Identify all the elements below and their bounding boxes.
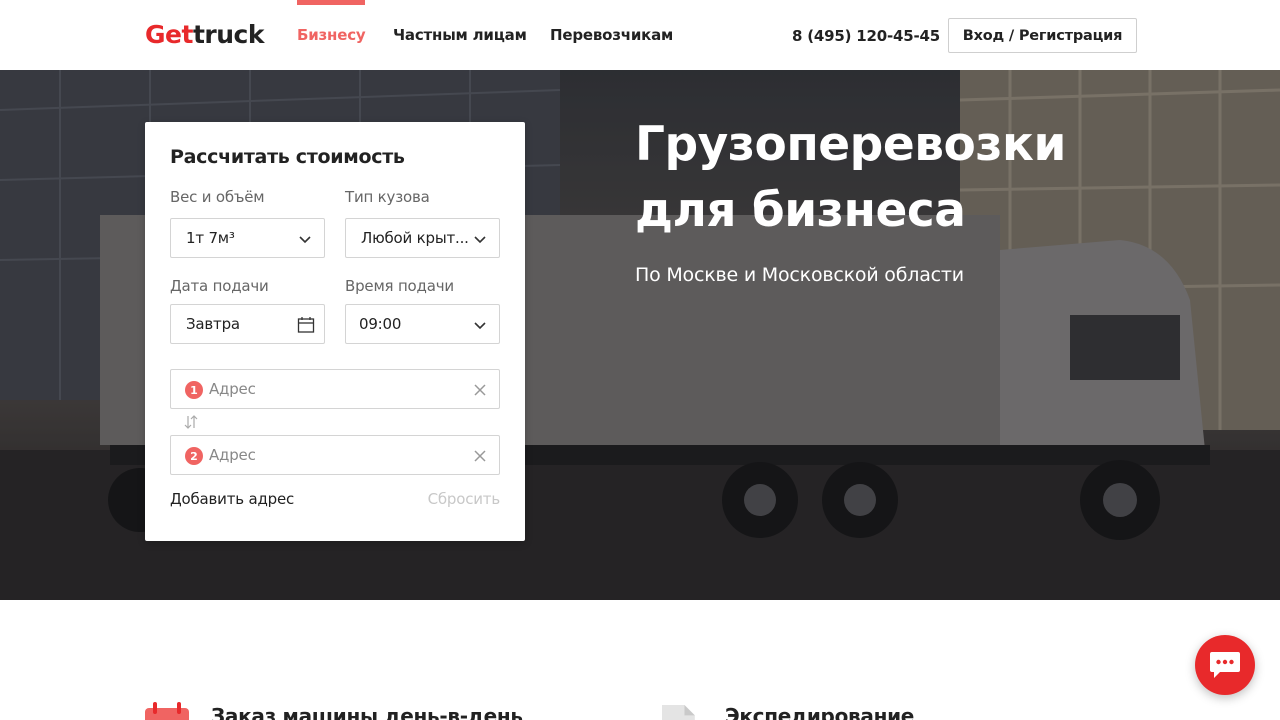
feature-title: Заказ машины день-в-день xyxy=(211,704,523,720)
time-value: 09:00 xyxy=(359,315,402,333)
address-input-1[interactable]: 1 Адрес xyxy=(170,369,500,409)
calculator-title: Рассчитать стоимость xyxy=(170,146,405,168)
address-placeholder-1: Адрес xyxy=(209,380,256,398)
calendar-icon xyxy=(297,317,315,333)
hero-title: Грузоперевозки для бизнеса xyxy=(635,112,1155,244)
cost-calculator: Рассчитать стоимость Вес и объём 1т 7м³ … xyxy=(145,122,525,541)
site-header: Gettruck Бизнесу Частным лицам Перевозчи… xyxy=(0,0,1280,70)
logo-get: Get xyxy=(145,20,193,49)
body-type-label: Тип кузова xyxy=(345,188,430,206)
feature-title: Экспедирование xyxy=(725,704,915,720)
logo-truck: truck xyxy=(192,20,265,49)
hero-title-line1: Грузоперевозки xyxy=(635,117,1066,172)
weight-value: 1т 7м³ xyxy=(186,229,235,247)
date-value: Завтра xyxy=(186,315,240,333)
time-label: Время подачи xyxy=(345,277,454,295)
chat-icon xyxy=(1210,652,1240,678)
chevron-down-icon xyxy=(299,236,311,244)
address-number-1: 1 xyxy=(185,381,203,399)
address-number-2: 2 xyxy=(185,447,203,465)
body-type-value: Любой крыт... xyxy=(361,229,469,247)
address-input-2[interactable]: 2 Адрес xyxy=(170,435,500,475)
chat-button[interactable] xyxy=(1195,635,1255,695)
chevron-down-icon xyxy=(474,236,486,244)
weight-label: Вес и объём xyxy=(170,188,265,206)
feature-same-day: Заказ машины день-в-день xyxy=(145,702,523,720)
nav-business[interactable]: Бизнесу xyxy=(297,0,366,70)
chevron-down-icon xyxy=(474,322,486,330)
date-label: Дата подачи xyxy=(170,277,269,295)
close-icon[interactable] xyxy=(474,450,486,462)
feature-forwarding: Экспедирование xyxy=(662,702,914,720)
weight-select[interactable]: 1т 7м³ xyxy=(170,218,325,258)
hero-title-line2: для бизнеса xyxy=(635,183,966,238)
date-picker[interactable]: Завтра xyxy=(170,304,325,344)
add-address-link[interactable]: Добавить адрес xyxy=(170,490,294,508)
document-icon xyxy=(662,705,695,720)
reset-link[interactable]: Сбросить xyxy=(428,490,501,508)
time-select[interactable]: 09:00 xyxy=(345,304,500,344)
nav-individuals[interactable]: Частным лицам xyxy=(393,26,527,70)
calendar-icon xyxy=(145,702,189,720)
address-placeholder-2: Адрес xyxy=(209,446,256,464)
logo[interactable]: Gettruck xyxy=(145,20,264,49)
hero-subtitle: По Москве и Московской области xyxy=(635,264,964,286)
close-icon[interactable] xyxy=(474,384,486,396)
phone-number[interactable]: 8 (495) 120-45-45 xyxy=(792,27,940,45)
login-button[interactable]: Вход / Регистрация xyxy=(948,18,1137,53)
nav-carriers[interactable]: Перевозчикам xyxy=(550,26,673,70)
swap-addresses-icon[interactable] xyxy=(183,414,199,430)
body-type-select[interactable]: Любой крыт... xyxy=(345,218,500,258)
